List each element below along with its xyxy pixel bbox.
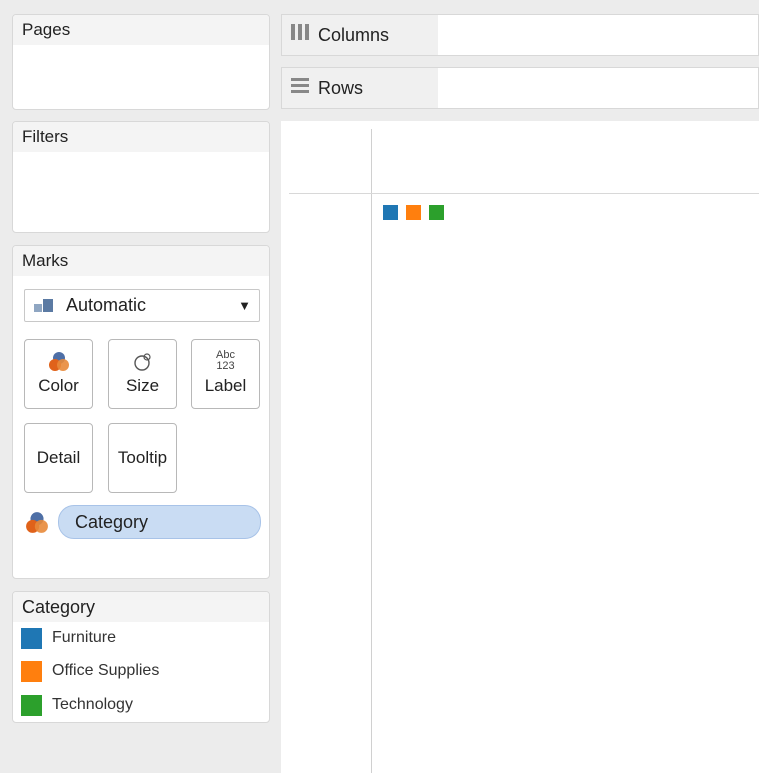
color-encoding-icon <box>25 510 49 539</box>
horizontal-divider <box>289 193 759 194</box>
color-button[interactable]: Color <box>24 339 93 409</box>
label-icon: Abc 123 <box>192 340 259 372</box>
category-color-pill[interactable]: Category <box>58 505 261 539</box>
detail-label: Detail <box>36 448 81 467</box>
rows-icon <box>290 68 310 108</box>
legend-item-label: Technology <box>52 696 133 713</box>
columns-shelf[interactable]: Columns <box>281 14 759 56</box>
filters-panel[interactable]: Filters <box>12 121 270 233</box>
columns-shelf-label: Columns <box>282 15 438 55</box>
legend-item-label: Office Supplies <box>52 662 160 679</box>
legend-title: Category <box>13 592 269 622</box>
legend-item-technology[interactable]: Technology <box>21 694 133 716</box>
rows-shelf-label: Rows <box>282 68 438 108</box>
legend-item-furniture[interactable]: Furniture <box>21 627 116 649</box>
rows-shelf[interactable]: Rows <box>281 67 759 109</box>
mark-furniture[interactable] <box>383 205 398 220</box>
color-label: Color <box>38 376 79 395</box>
color-icon <box>25 340 92 372</box>
label-icon-123: 123 <box>216 360 235 372</box>
tooltip-label: Tooltip <box>117 448 168 467</box>
vertical-divider <box>371 129 372 773</box>
tooltip-button[interactable]: Tooltip <box>108 423 177 493</box>
office-supplies-swatch <box>21 660 42 682</box>
furniture-swatch <box>21 627 42 649</box>
pages-panel[interactable]: Pages <box>12 14 270 110</box>
size-icon <box>109 340 176 372</box>
label-label: Label <box>204 376 247 395</box>
category-legend: Category Furniture Office Supplies Techn… <box>12 591 270 723</box>
columns-label: Columns <box>318 25 390 45</box>
filters-header: Filters <box>13 122 269 152</box>
pages-header: Pages <box>13 15 269 45</box>
size-label: Size <box>125 376 160 395</box>
legend-item-label: Furniture <box>52 629 117 646</box>
mark-type-dropdown[interactable]: Automatic ▼ <box>24 289 260 322</box>
mark-technology[interactable] <box>429 205 444 220</box>
rows-label: Rows <box>318 78 364 98</box>
mark-type-value: Automatic <box>66 295 147 315</box>
view-canvas[interactable] <box>281 121 759 773</box>
technology-swatch <box>21 694 42 716</box>
detail-button[interactable]: Detail <box>24 423 93 493</box>
marks-header: Marks <box>13 246 269 276</box>
columns-icon <box>290 15 310 55</box>
automatic-mark-icon <box>34 298 56 313</box>
marks-panel: Marks Automatic ▼ Color Size Abc 123 Lab… <box>12 245 270 579</box>
size-button[interactable]: Size <box>108 339 177 409</box>
chevron-down-icon: ▼ <box>238 298 251 313</box>
label-button[interactable]: Abc 123 Label <box>191 339 260 409</box>
mark-office-supplies[interactable] <box>406 205 421 220</box>
legend-item-office-supplies[interactable]: Office Supplies <box>21 660 159 682</box>
